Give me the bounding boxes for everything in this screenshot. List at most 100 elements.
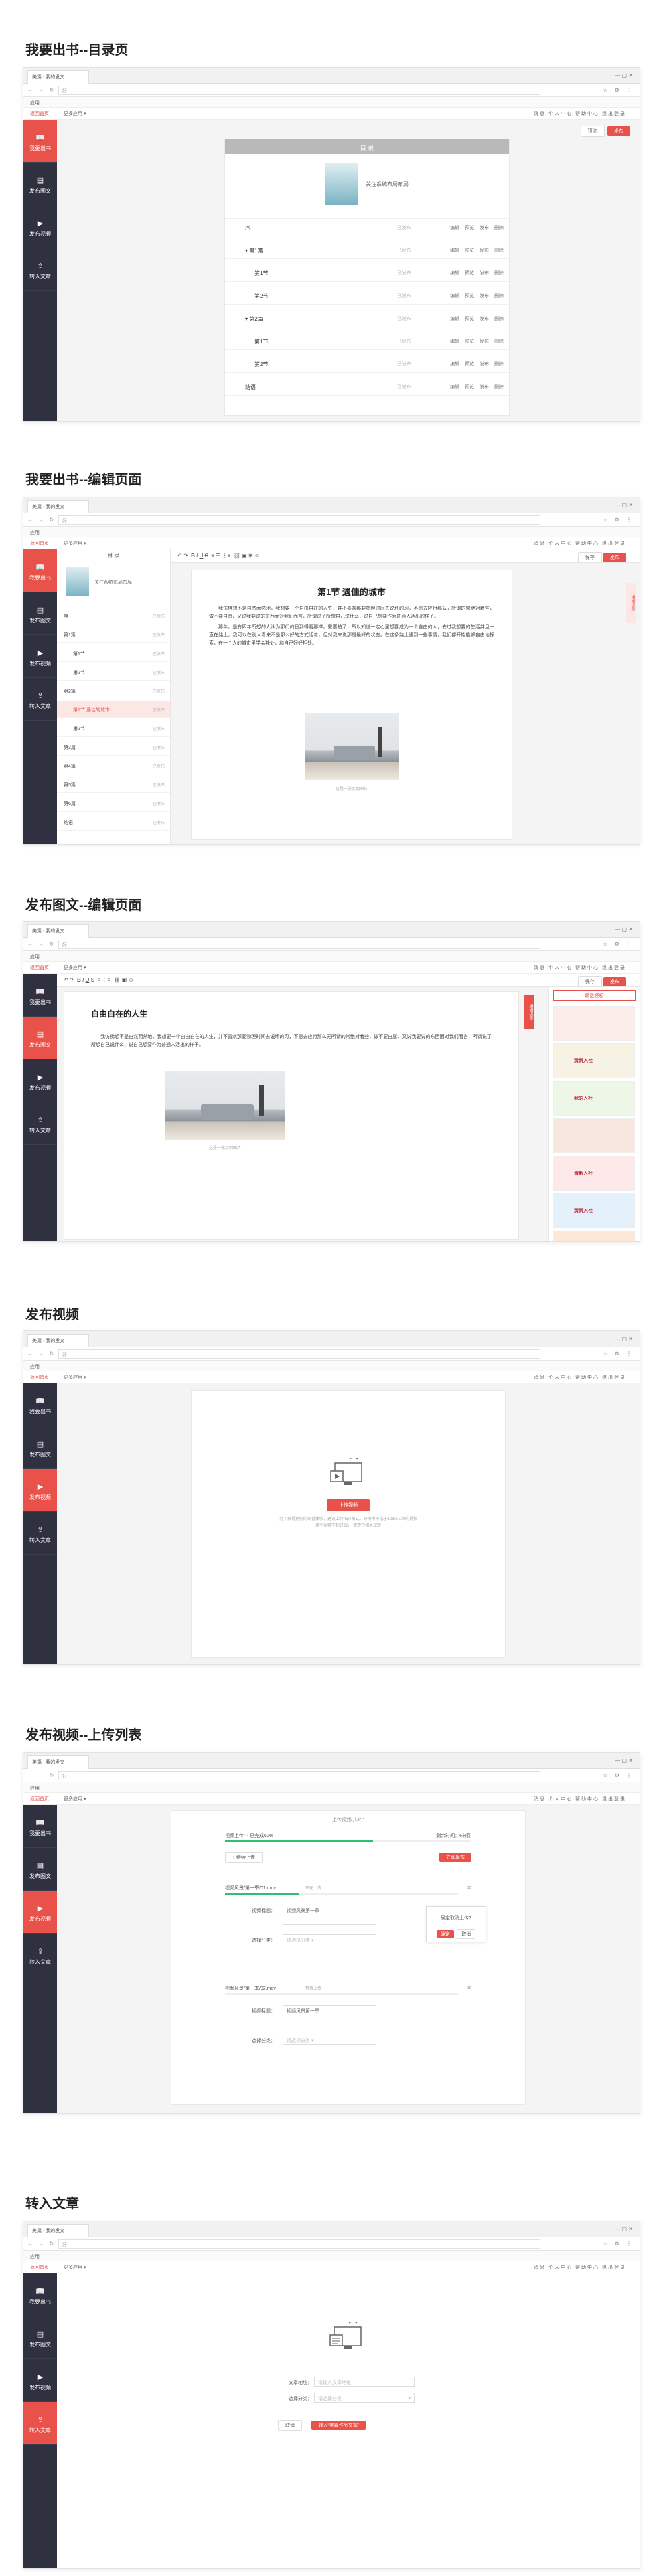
sidebar-item[interactable]: 📖 我要出书 [23, 549, 57, 592]
emoji-icon[interactable]: ☺ [254, 553, 260, 559]
sidebar-item[interactable]: ▶ 发布视频 [23, 1059, 57, 1102]
image-icon[interactable]: ▣ [122, 977, 127, 983]
popup-cancel-button[interactable]: 取消 [457, 1929, 476, 1939]
tree-item[interactable]: 第4篇 已发布 [57, 757, 170, 774]
address-input[interactable]: 好 [58, 940, 540, 949]
browser-tab[interactable]: 美篇 - 我的发文 [27, 924, 89, 938]
browser-tools[interactable]: ☆ ⚙ ⋮ [603, 87, 634, 93]
window-controls[interactable]: — ▢ ✕ [615, 502, 633, 508]
template-thumb[interactable]: 清新入社 [553, 1193, 635, 1228]
publish-now-button[interactable]: 立即发布 [439, 1853, 471, 1862]
list-icon[interactable]: ⋮≡ [102, 977, 110, 983]
sidebar-item[interactable]: ▤ 发布图文 [23, 1848, 57, 1891]
template-thumb[interactable]: 我的入社 [553, 1081, 635, 1116]
tree-item[interactable]: 第1节 遇佳的城市 已发布 [57, 701, 170, 718]
strike-icon[interactable]: S [205, 553, 208, 559]
align-left-icon[interactable]: ≡ [97, 977, 100, 983]
browser-tab[interactable]: 美篇 - 我的发文 [27, 70, 89, 84]
window-controls[interactable]: — ▢ ✕ [615, 1757, 633, 1764]
top-right-links[interactable]: 消息 个人中心 帮助中心 退出登录 [534, 110, 626, 117]
save-button[interactable]: 保存 [577, 552, 602, 562]
video-title-input[interactable]: 视频风景第一季 [283, 1905, 376, 1925]
emoji-icon[interactable]: ☺ [129, 977, 134, 983]
import-button[interactable]: 转入“美篇作品文章” [311, 2421, 366, 2430]
align-left-icon[interactable]: ≡ [211, 553, 214, 559]
top-right-links[interactable]: 消息 个人中心 帮助中心 退出登录 [534, 1796, 626, 1802]
window-controls[interactable]: — ▢ ✕ [615, 2226, 633, 2232]
bold-icon[interactable]: B [191, 553, 195, 559]
video-title-input[interactable]: 视频风景第一季 [283, 2005, 376, 2025]
app-nav-dropdown[interactable]: 更多应用 ▾ [64, 1796, 86, 1802]
browser-tools[interactable]: ☆ ⚙ ⋮ [603, 1351, 634, 1357]
tree-item[interactable]: 第2节 已发布 [57, 719, 170, 737]
tree-item[interactable]: 序 已发布 [57, 607, 170, 624]
app-nav-dropdown[interactable]: 更多应用 ▾ [64, 1374, 86, 1381]
tree-item[interactable]: 第3篇 已发布 [57, 738, 170, 756]
template-thumb[interactable] [553, 1006, 635, 1041]
nav-buttons[interactable]: ← → ↻ [27, 2241, 56, 2247]
toc-row[interactable]: 第1节 已发布 编辑 预览 发布 删除 [225, 264, 509, 282]
underline-icon[interactable]: U [86, 977, 90, 983]
category-select[interactable]: 请选择分类 ▾ [314, 2393, 415, 2403]
template-thumb[interactable] [553, 1231, 635, 1241]
browser-tools[interactable]: ☆ ⚙ ⋮ [603, 941, 634, 947]
save-button[interactable]: 保存 [577, 976, 602, 986]
address-input[interactable]: 好 [58, 515, 540, 525]
align-center-icon[interactable]: ☰ [216, 553, 220, 559]
template-thumb[interactable] [553, 1118, 635, 1153]
sidebar-item[interactable]: ⇪ 转入文章 [23, 678, 57, 721]
bookmarks-bar[interactable]: 应用 [23, 97, 640, 108]
toc-row-actions[interactable]: 编辑 预览 发布 删除 [450, 270, 504, 276]
app-nav-dropdown[interactable]: 更多应用 ▾ [64, 964, 86, 971]
app-nav-dropdown[interactable]: 更多应用 ▾ [64, 2264, 86, 2271]
table-icon[interactable]: ⊞ [248, 553, 253, 559]
address-input[interactable]: 好 [58, 1349, 540, 1359]
bookmarks-bar[interactable]: 应用 [23, 2251, 640, 2261]
toc-row[interactable]: 第2节 已发布 编辑 预览 发布 删除 [225, 355, 509, 373]
book-cover[interactable] [325, 163, 358, 205]
top-right-links[interactable]: 消息 个人中心 帮助中心 退出登录 [534, 964, 626, 971]
book-cover[interactable] [66, 567, 89, 596]
browser-tab[interactable]: 美篇 - 我的发文 [27, 2224, 89, 2237]
tree-item[interactable]: 第2篇 已发布 [57, 682, 170, 699]
popup-ok-button[interactable]: 确定 [436, 1930, 454, 1938]
nav-buttons[interactable]: ← → ↻ [27, 941, 56, 947]
home-link[interactable]: 返回首页 [30, 2264, 49, 2271]
address-input[interactable]: 好 [58, 1771, 540, 1780]
undo-icon[interactable]: ↶ [64, 977, 68, 983]
browser-tools[interactable]: ☆ ⚙ ⋮ [603, 517, 634, 523]
cancel-button[interactable]: 取消 [278, 2420, 302, 2431]
toc-row[interactable]: 序 已发布 编辑 预览 发布 删除 [225, 219, 509, 236]
home-link[interactable]: 返回首页 [30, 964, 49, 971]
sidebar-item[interactable]: 📖 我要出书 [23, 1383, 57, 1426]
browser-tools[interactable]: ☆ ⚙ ⋮ [603, 1772, 634, 1778]
window-controls[interactable]: — ▢ ✕ [615, 72, 633, 78]
sidebar-item[interactable]: ▶ 发布视频 [23, 205, 57, 248]
italic-icon[interactable]: I [196, 553, 198, 559]
strike-icon[interactable]: S [91, 977, 94, 983]
sidebar-item[interactable]: 📖 我要出书 [23, 120, 57, 163]
window-controls[interactable]: — ▢ ✕ [615, 1336, 633, 1342]
article-body[interactable]: 我仿佛想不是自然而然地，我想要一个自由自在的人生，并不喜欢那要物理时间去说坏的习… [209, 605, 494, 648]
publish-button[interactable]: 发布 [607, 126, 630, 136]
sidebar-item[interactable]: ▤ 发布图文 [23, 1017, 57, 1059]
toc-row[interactable]: 结语 已发布 编辑 预览 发布 删除 [225, 378, 509, 396]
toc-row-actions[interactable]: 编辑 预览 发布 删除 [450, 338, 504, 345]
app-nav-dropdown[interactable]: 更多应用 ▾ [64, 110, 86, 117]
template-thumb[interactable]: 清新入社 [553, 1043, 635, 1078]
article-title[interactable]: 第1节 遇佳的城市 [192, 585, 512, 598]
template-panel-header[interactable]: 精选模板 [553, 990, 636, 1001]
video-category-select[interactable]: 请选择分类 ▾ [283, 1934, 376, 1944]
upload-video-button[interactable]: 上传视频 [327, 1499, 370, 1511]
toc-row-actions[interactable]: 编辑 预览 发布 删除 [450, 247, 504, 254]
publish-button[interactable]: 发布 [603, 977, 626, 986]
sidebar-item[interactable]: ▶ 发布视频 [23, 1469, 57, 1512]
home-link[interactable]: 返回首页 [30, 540, 49, 547]
home-link[interactable]: 返回首页 [30, 1374, 49, 1381]
continue-upload-button[interactable]: + 继续上传 [225, 1852, 263, 1863]
sidebar-item[interactable]: ▤ 发布图文 [23, 592, 57, 635]
sidebar-item[interactable]: 📖 我要出书 [23, 2273, 57, 2316]
tree-item[interactable]: 第1篇 已发布 [57, 626, 170, 643]
toc-row[interactable]: ▾ 第1篇 已发布 编辑 预览 发布 删除 [225, 242, 509, 259]
sidebar-item[interactable]: ⇪ 转入文章 [23, 1512, 57, 1555]
